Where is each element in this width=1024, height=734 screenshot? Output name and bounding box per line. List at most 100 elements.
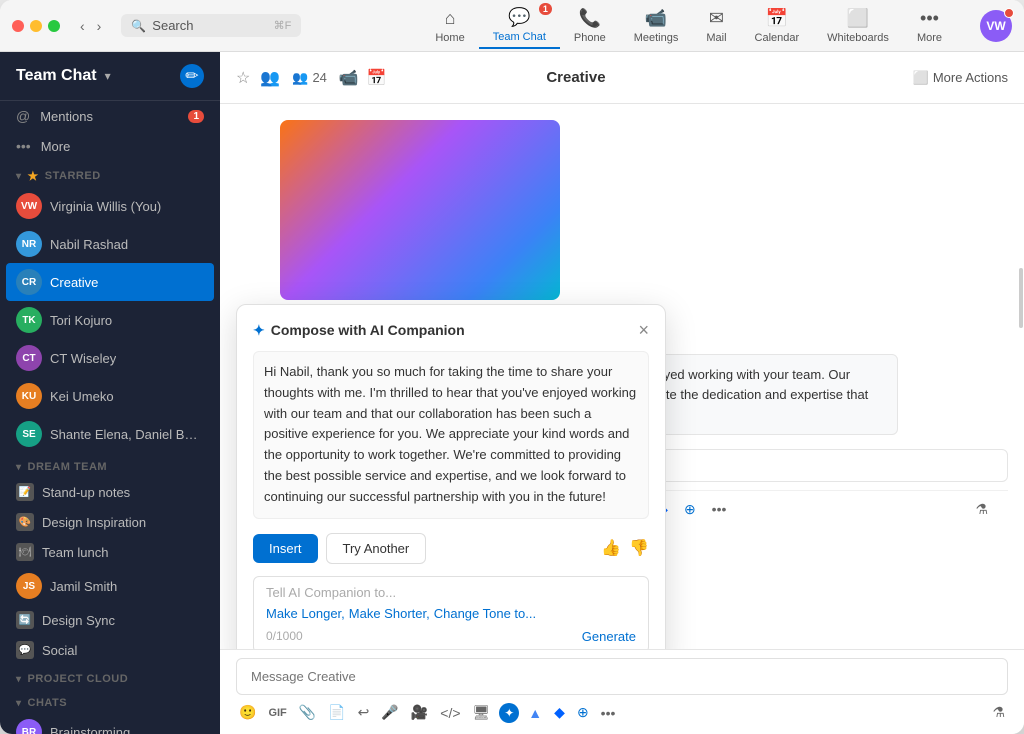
tab-phone-label: Phone bbox=[574, 32, 606, 44]
space-name: Design Inspiration bbox=[42, 515, 146, 530]
tab-whiteboards[interactable]: ⬜ Whiteboards bbox=[813, 4, 903, 48]
ai-star-icon: ✦ bbox=[253, 322, 265, 339]
more-tools-button[interactable]: ••• bbox=[708, 497, 731, 521]
input-code-button[interactable]: </> bbox=[437, 702, 463, 724]
forward-button[interactable]: › bbox=[93, 16, 106, 36]
scrollbar-thumb[interactable] bbox=[1019, 268, 1023, 328]
ai-generated-content: Hi Nabil, thank you so much for taking t… bbox=[253, 351, 649, 519]
more-label: More bbox=[41, 139, 71, 154]
filter-button[interactable]: ⚗ bbox=[971, 497, 992, 522]
chats-collapse-icon: ▾ bbox=[16, 698, 22, 709]
tab-calendar[interactable]: 📅 Calendar bbox=[741, 4, 814, 48]
more-actions-label: More Actions bbox=[933, 70, 1008, 85]
tab-mail[interactable]: ✉ Mail bbox=[692, 4, 740, 48]
list-item[interactable]: CT CT Wiseley bbox=[0, 339, 220, 377]
input-audio-button[interactable]: 🎤 bbox=[378, 701, 401, 724]
make-shorter-link[interactable]: Make Shorter, bbox=[349, 606, 430, 621]
input-filter-button[interactable]: ⚗ bbox=[989, 701, 1008, 724]
sidebar-item-mentions[interactable]: @ Mentions 1 bbox=[0, 101, 220, 131]
meetings-icon: 📹 bbox=[645, 8, 667, 29]
try-another-button[interactable]: Try Another bbox=[326, 533, 427, 564]
thumbs-up-icon[interactable]: 👍 bbox=[601, 538, 621, 558]
members-icon[interactable]: 👥 bbox=[260, 68, 280, 88]
scrollbar-track[interactable] bbox=[1018, 104, 1024, 649]
user-avatar-area[interactable]: VW bbox=[980, 10, 1012, 42]
dream-team-section[interactable]: ▾ Dream Team bbox=[0, 453, 220, 477]
contact-name: Creative bbox=[50, 275, 98, 290]
tab-phone[interactable]: 📞 Phone bbox=[560, 4, 620, 48]
list-item[interactable]: 💬 Social bbox=[0, 635, 220, 665]
chat-title: Creative bbox=[546, 69, 605, 86]
space-name: Stand-up notes bbox=[42, 485, 130, 500]
messages-area[interactable]: 🤙 1 🔥 1 👇 1 NR Nabil Rashad EXTERNAL 9:2… bbox=[220, 104, 1024, 649]
list-item[interactable]: 🍽 Team lunch bbox=[0, 537, 220, 567]
space-icon: 💬 bbox=[16, 641, 34, 659]
avatar: VW bbox=[16, 193, 42, 219]
insert-button[interactable]: Insert bbox=[253, 534, 318, 563]
space-name: Team lunch bbox=[42, 545, 108, 560]
input-toolbar: 🙂 GIF 📎 📄 ↩ 🎤 🎥 </> 🖥 ✦ ▲ ◆ ⊕ ••• ⚗ bbox=[236, 695, 1008, 726]
tab-home[interactable]: ⌂ Home bbox=[421, 4, 478, 48]
search-bar[interactable]: 🔍 Search ⌘F bbox=[121, 14, 301, 37]
search-icon: 🔍 bbox=[131, 19, 146, 33]
tab-meetings-label: Meetings bbox=[634, 32, 679, 44]
list-item[interactable]: VW Virginia Willis (You) bbox=[0, 187, 220, 225]
fullscreen-traffic-light[interactable] bbox=[48, 20, 60, 32]
list-item[interactable]: BR Brainstorming bbox=[0, 713, 220, 734]
sidebar-item-creative[interactable]: CR Creative bbox=[6, 263, 214, 301]
calendar-header-icon[interactable]: 📅 bbox=[367, 68, 387, 88]
close-traffic-light[interactable] bbox=[12, 20, 24, 32]
sidebar-header: Team Chat ▾ ✏ bbox=[0, 52, 220, 101]
list-item[interactable]: TK Tori Kojuro bbox=[0, 301, 220, 339]
list-item[interactable]: 🎨 Design Inspiration bbox=[0, 507, 220, 537]
nav-tabs: ⌂ Home 💬 1 Team Chat 📞 Phone 📹 Meetings … bbox=[421, 3, 956, 49]
input-more-button[interactable]: ••• bbox=[598, 702, 619, 724]
input-quote-button[interactable]: ↩ bbox=[355, 701, 373, 724]
chats-section[interactable]: ▾ Chats bbox=[0, 689, 220, 713]
apps-button[interactable]: ⊕ bbox=[680, 497, 700, 522]
star-icon[interactable]: ☆ bbox=[236, 68, 250, 88]
tab-more[interactable]: ••• More bbox=[903, 4, 956, 48]
video-icon[interactable]: 📹 bbox=[339, 68, 359, 88]
more-actions-button[interactable]: ⬜ More Actions bbox=[913, 70, 1008, 86]
list-item[interactable]: NR Nabil Rashad bbox=[0, 225, 220, 263]
input-attachment-button[interactable]: 📎 bbox=[296, 701, 319, 724]
sidebar-item-more[interactable]: ••• More bbox=[0, 131, 220, 161]
mail-icon: ✉ bbox=[709, 8, 724, 29]
ai-compose-modal: ✦ Compose with AI Companion × Hi Nabil, … bbox=[236, 304, 666, 649]
main-layout: Team Chat ▾ ✏ @ Mentions 1 ••• More ▾ ★ … bbox=[0, 52, 1024, 734]
change-tone-link[interactable]: Change Tone to... bbox=[434, 606, 536, 621]
ai-prompt-footer: 0/1000 Generate bbox=[266, 629, 636, 644]
input-gdrive-button[interactable]: ▲ bbox=[525, 702, 545, 724]
list-item[interactable]: JS Jamil Smith bbox=[0, 567, 220, 605]
thumbs-down-icon[interactable]: 👎 bbox=[629, 538, 649, 558]
starred-section[interactable]: ▾ ★ Starred bbox=[0, 161, 220, 187]
sidebar-dropdown-icon[interactable]: ▾ bbox=[105, 69, 111, 83]
space-name: Design Sync bbox=[42, 613, 115, 628]
list-item[interactable]: KU Kei Umeko bbox=[0, 377, 220, 415]
image-message: 🤙 1 🔥 1 👇 1 bbox=[236, 120, 1008, 324]
input-doc-button[interactable]: 📄 bbox=[325, 701, 348, 724]
compose-button[interactable]: ✏ bbox=[180, 64, 204, 88]
input-video-button[interactable]: 🎥 bbox=[408, 701, 431, 724]
input-screen-button[interactable]: 🖥 bbox=[470, 701, 494, 724]
list-item[interactable]: SE Shante Elena, Daniel Bow... bbox=[0, 415, 220, 453]
tab-meetings[interactable]: 📹 Meetings bbox=[620, 4, 693, 48]
ai-close-button[interactable]: × bbox=[638, 321, 649, 339]
message-input[interactable] bbox=[236, 658, 1008, 695]
ai-prompt-placeholder[interactable]: Tell AI Companion to... bbox=[266, 585, 636, 600]
input-apps-button[interactable]: ⊕ bbox=[574, 701, 592, 724]
ai-prompt-links: Make Longer, Make Shorter, Change Tone t… bbox=[266, 606, 636, 621]
minimize-traffic-light[interactable] bbox=[30, 20, 42, 32]
tab-team-chat[interactable]: 💬 1 Team Chat bbox=[479, 3, 560, 49]
list-item[interactable]: 🔄 Design Sync bbox=[0, 605, 220, 635]
back-button[interactable]: ‹ bbox=[76, 16, 89, 36]
list-item[interactable]: 📝 Stand-up notes bbox=[0, 477, 220, 507]
project-cloud-section[interactable]: ▾ Project Cloud bbox=[0, 665, 220, 689]
generate-button[interactable]: Generate bbox=[582, 629, 636, 644]
input-dropbox-button[interactable]: ◆ bbox=[551, 701, 568, 724]
input-emoji-button[interactable]: 🙂 bbox=[236, 701, 259, 724]
input-ai-button[interactable]: ✦ bbox=[499, 703, 519, 723]
input-gif-button[interactable]: GIF bbox=[265, 704, 289, 722]
make-longer-link[interactable]: Make Longer, bbox=[266, 606, 345, 621]
